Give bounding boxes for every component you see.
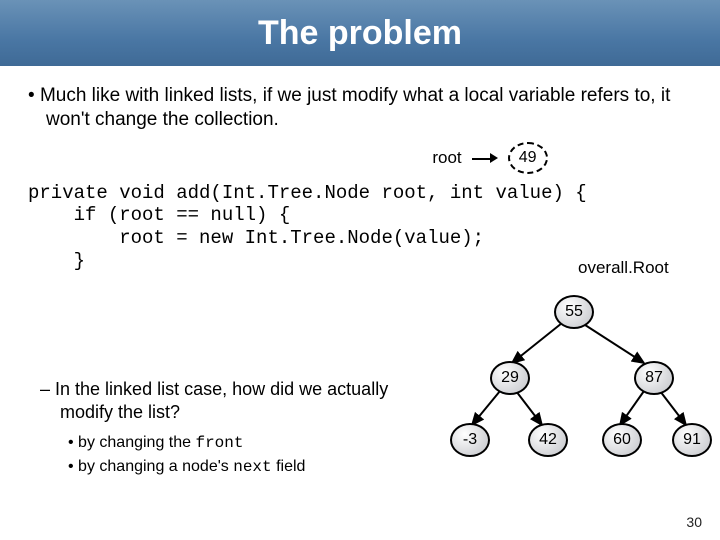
code-front: front <box>195 434 243 452</box>
tree-node-42: 42 <box>528 423 568 457</box>
root-pointer-row: root 49 <box>288 142 692 174</box>
tree-node-29: 29 <box>490 361 530 395</box>
tree-diagram: 55 29 87 -3 42 60 91 <box>450 295 710 475</box>
dashed-node: 49 <box>508 142 548 174</box>
sub-point-b-suffix: field <box>272 458 306 475</box>
sub-question: In the linked list case, how did we actu… <box>40 378 440 423</box>
overall-root-label: overall.Root <box>578 258 669 278</box>
root-label: root <box>432 147 461 168</box>
slide-title: The problem <box>258 14 462 53</box>
tree-node-91: 91 <box>672 423 712 457</box>
main-bullet: Much like with linked lists, if we just … <box>28 84 692 132</box>
page-number: 30 <box>686 514 702 530</box>
tree-node-55: 55 <box>554 295 594 329</box>
tree-node-87: 87 <box>634 361 674 395</box>
sub-bullets: In the linked list case, how did we actu… <box>40 378 440 481</box>
title-bar: The problem <box>0 0 720 66</box>
sub-point-b-prefix: by changing a node's <box>78 458 233 475</box>
tree-node-neg3: -3 <box>450 423 490 457</box>
code-next: next <box>233 458 271 476</box>
sub-point-front: by changing the front <box>54 433 440 453</box>
sub-point-a-text: by changing the <box>78 434 195 451</box>
sub-point-next: by changing a node's next field <box>54 457 440 477</box>
tree-node-60: 60 <box>602 423 642 457</box>
slide-content: Much like with linked lists, if we just … <box>0 66 720 273</box>
